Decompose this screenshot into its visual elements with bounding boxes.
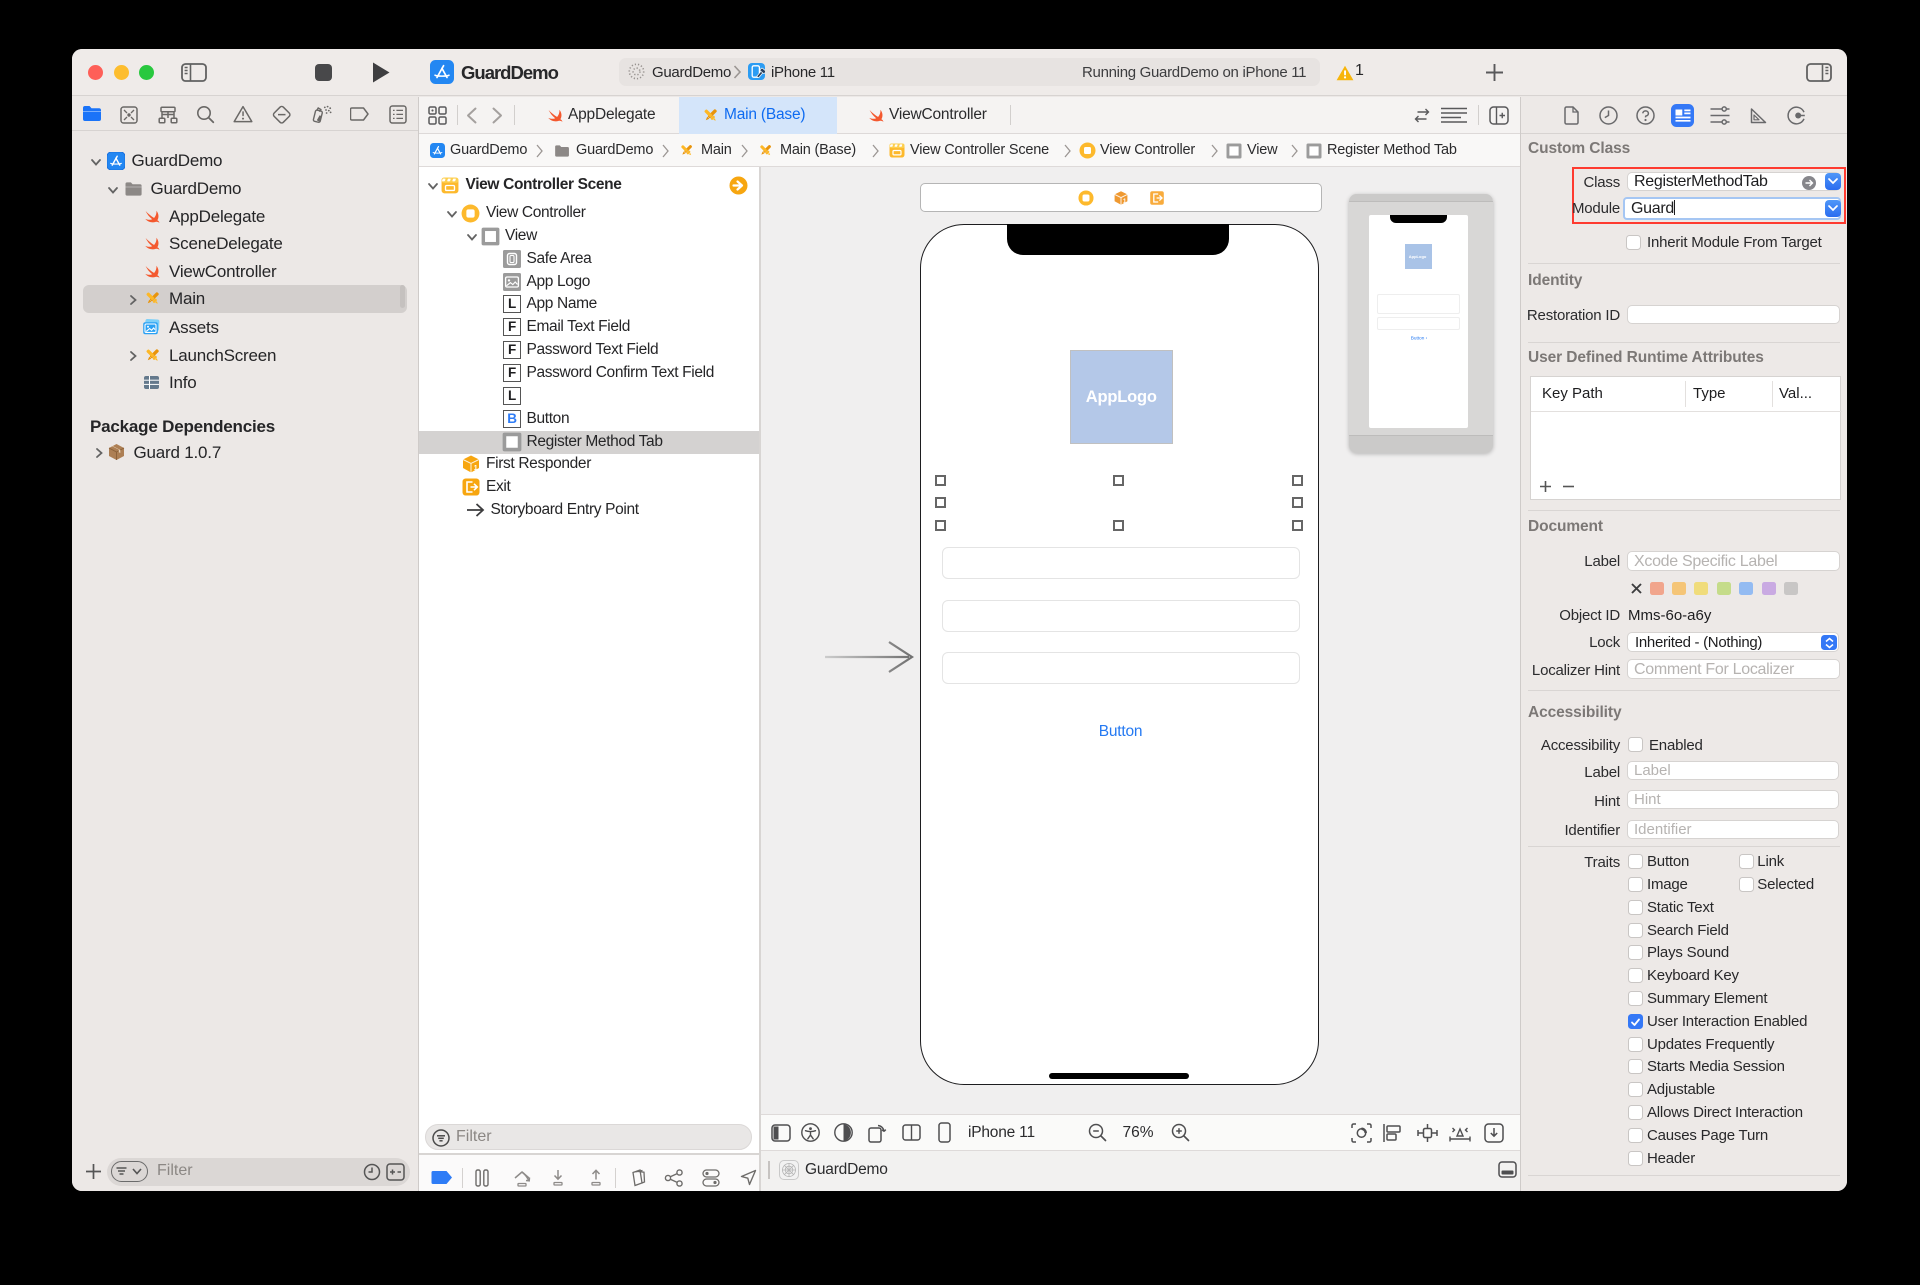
svg-text:1: 1 bbox=[474, 465, 478, 472]
